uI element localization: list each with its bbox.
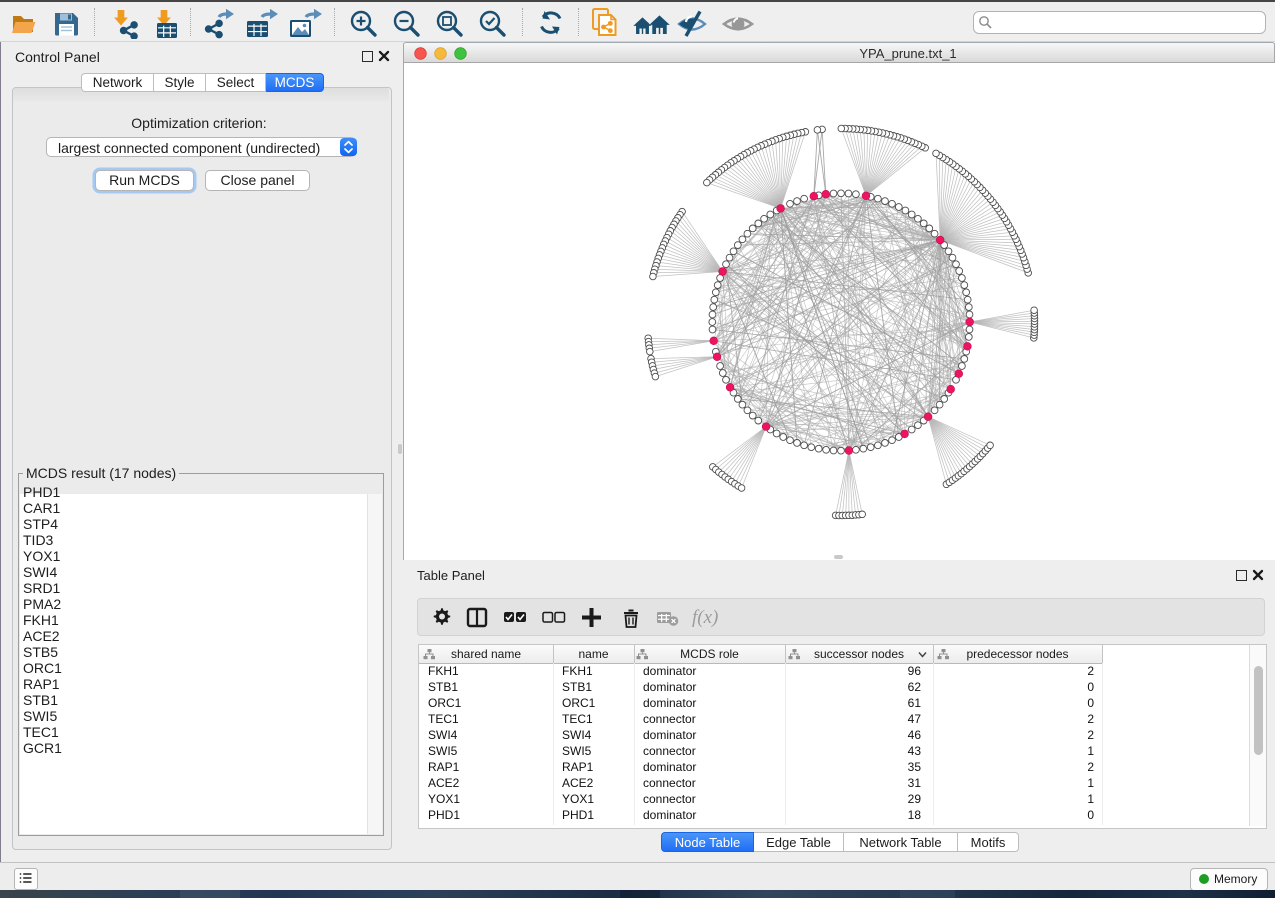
svg-text:f(x): f(x) (692, 607, 718, 628)
